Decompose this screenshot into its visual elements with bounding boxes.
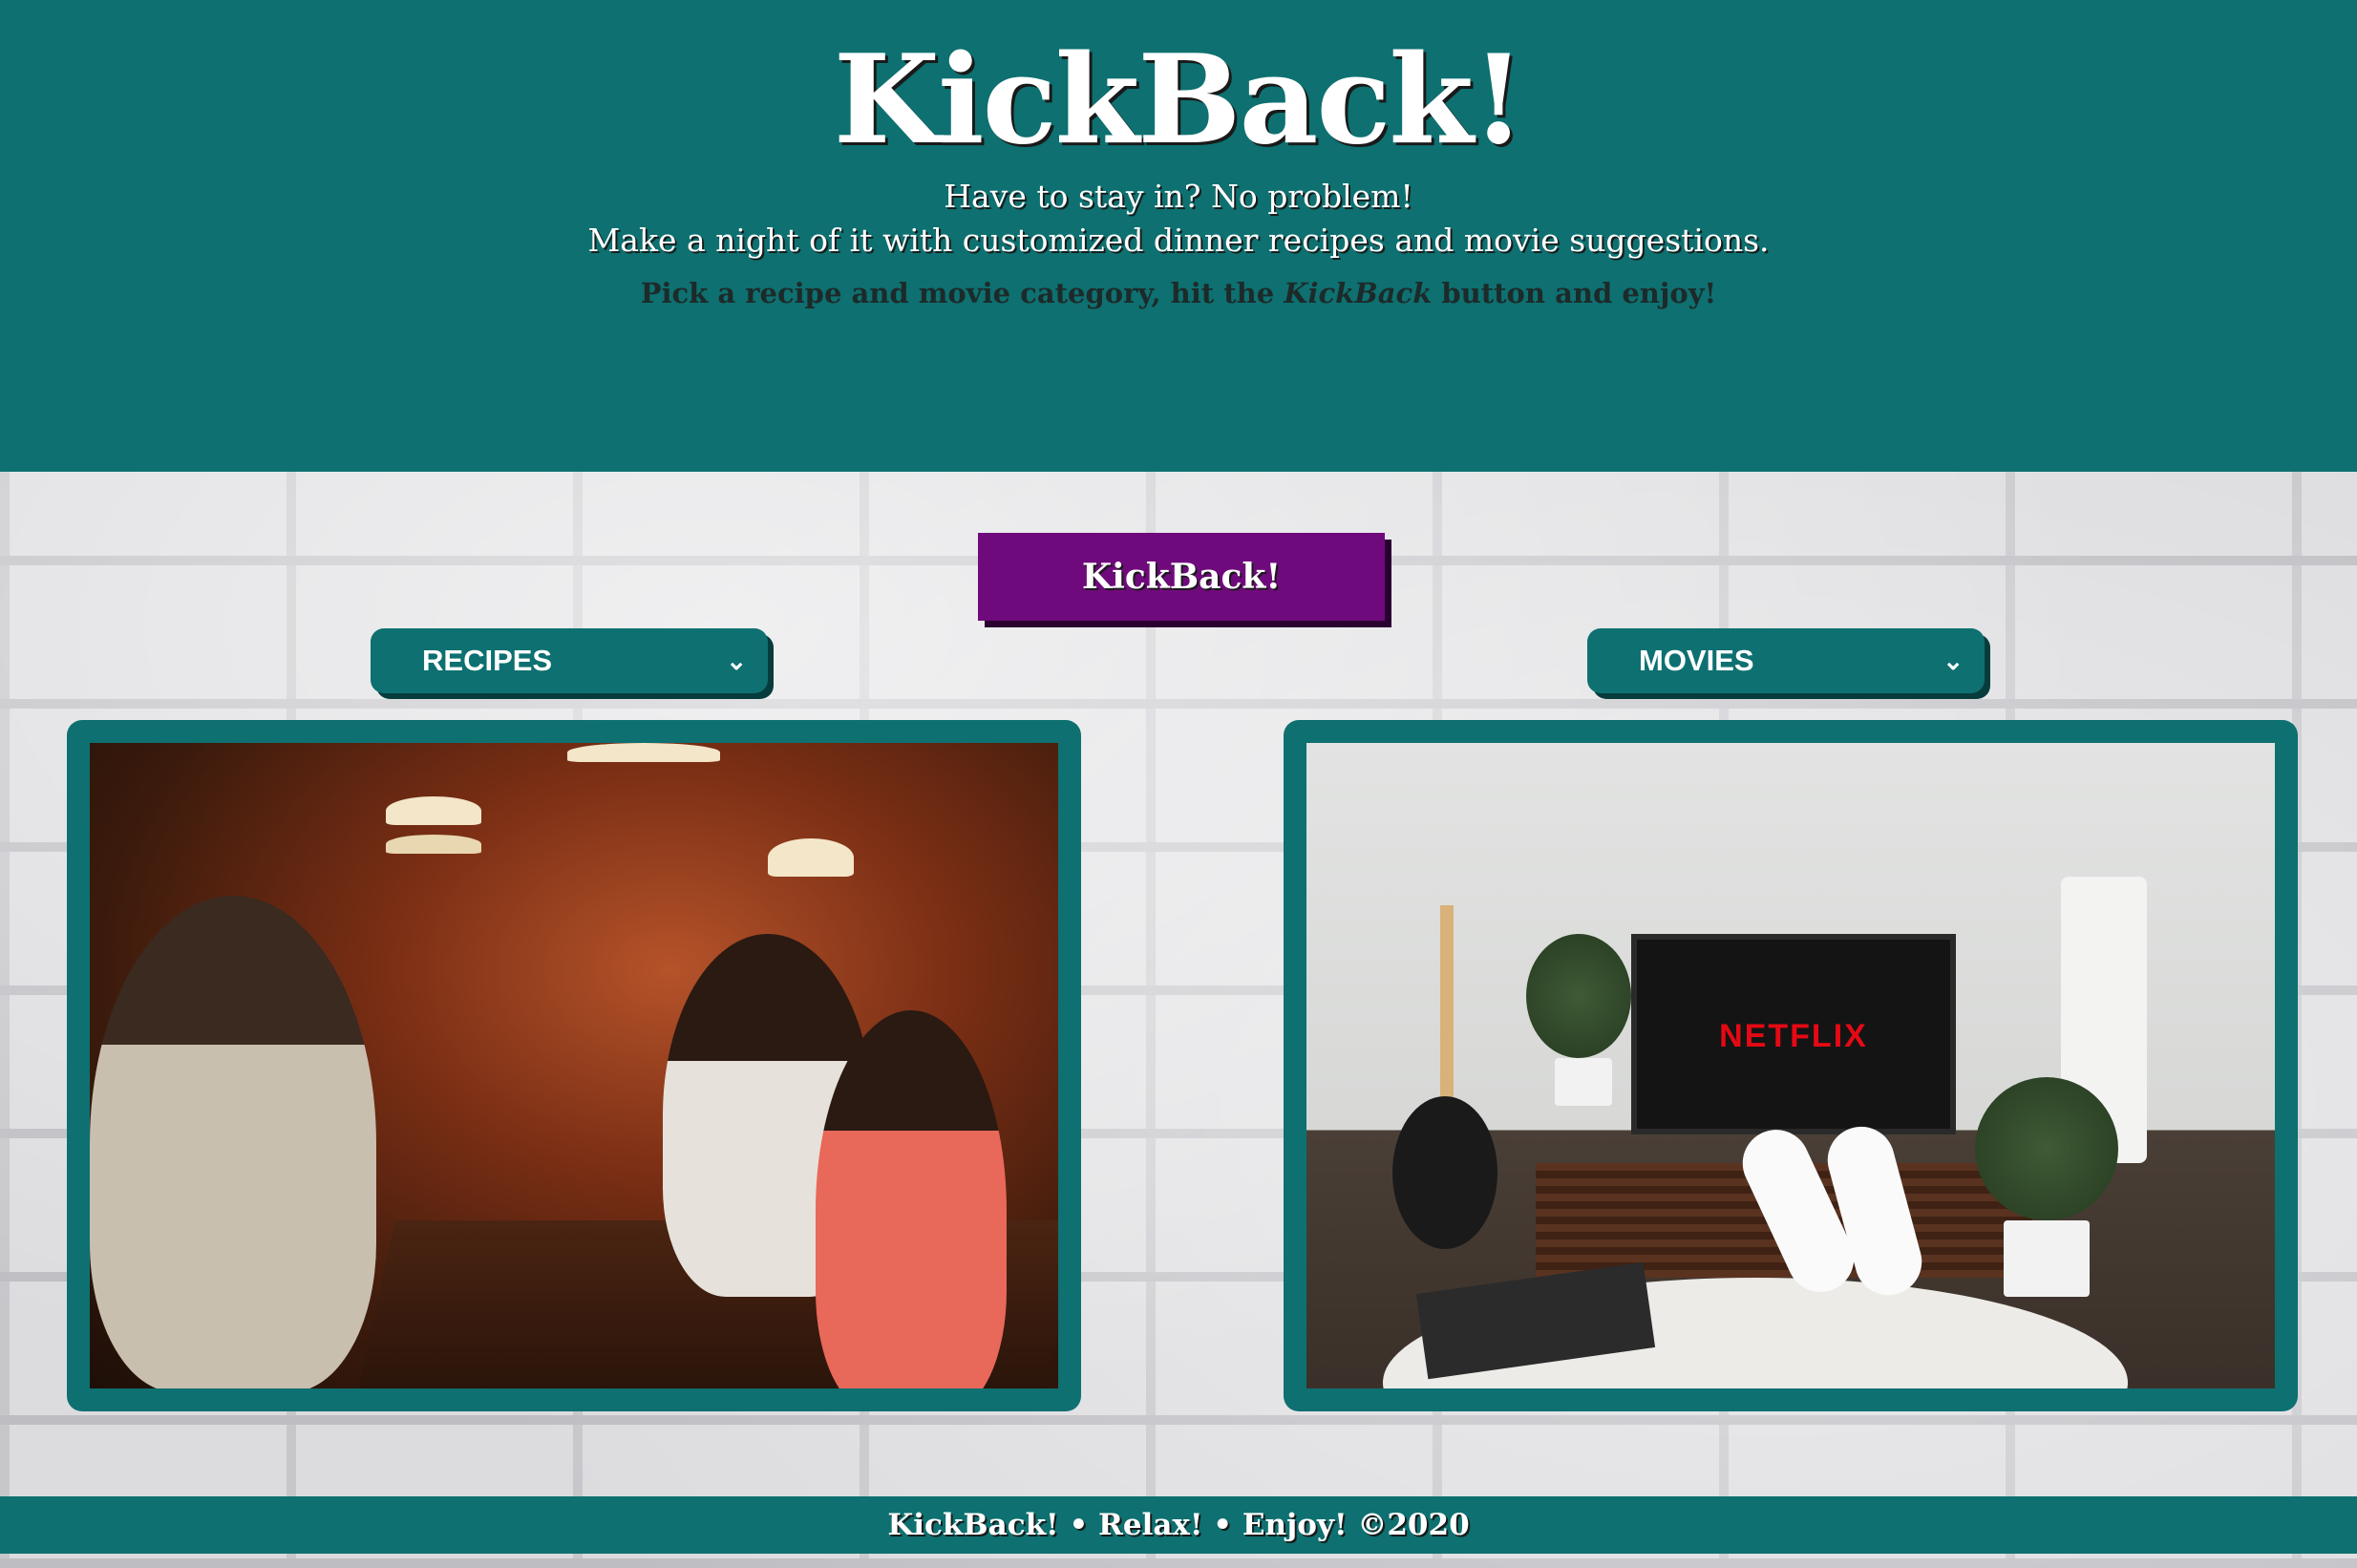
- plant: [1975, 1077, 2118, 1220]
- plant-pot: [2004, 1220, 2090, 1297]
- movies-select[interactable]: MOVIES ⌄: [1587, 628, 1985, 693]
- child-figure: [816, 1010, 1007, 1388]
- ceiling-lamp: [768, 838, 854, 877]
- tv-netflix-logo: NETFLIX: [1719, 1018, 1868, 1054]
- ceiling-lamp: [386, 835, 481, 854]
- header-banner: KickBack! Have to stay in? No problem! M…: [0, 0, 2357, 472]
- recipes-select-value: RECIPES: [422, 644, 553, 677]
- guitar-neck: [1440, 905, 1454, 1115]
- footer-text: KickBack! • Relax! • Enjoy! ©2020: [887, 1508, 1470, 1542]
- tagline-line-1: Have to stay in? No problem!: [944, 178, 1413, 215]
- instructions-text-before: Pick a recipe and movie category, hit th…: [640, 277, 1285, 309]
- movies-photo-frame: NETFLIX: [1284, 720, 2298, 1411]
- instructions-text-after: button and enjoy!: [1432, 277, 1717, 309]
- television: NETFLIX: [1631, 934, 1956, 1134]
- movies-select-value: MOVIES: [1639, 644, 1754, 677]
- site-logo: KickBack!: [833, 29, 1525, 172]
- recipes-photo-frame: [67, 720, 1081, 1411]
- kickback-button[interactable]: KickBack!: [978, 533, 1385, 621]
- chevron-down-icon: ⌄: [726, 646, 747, 675]
- tagline: Have to stay in? No problem! Make a nigh…: [0, 175, 2357, 263]
- recipes-select[interactable]: RECIPES ⌄: [371, 628, 768, 693]
- tagline-line-2: Make a night of it with customized dinne…: [587, 222, 1770, 259]
- ceiling-lamp: [567, 743, 720, 762]
- living-room-tv-photo: NETFLIX: [1306, 743, 2275, 1388]
- site-footer: KickBack! • Relax! • Enjoy! ©2020: [0, 1496, 2357, 1554]
- ceiling-lamp: [386, 796, 481, 825]
- father-figure: [90, 896, 376, 1388]
- guitar-body: [1392, 1096, 1497, 1249]
- plant: [1526, 934, 1631, 1058]
- family-dinner-photo: [90, 743, 1058, 1388]
- instructions: Pick a recipe and movie category, hit th…: [0, 277, 2357, 309]
- chevron-down-icon: ⌄: [1943, 646, 1964, 675]
- instructions-brand: KickBack: [1284, 277, 1433, 309]
- plant-pot: [1555, 1058, 1612, 1106]
